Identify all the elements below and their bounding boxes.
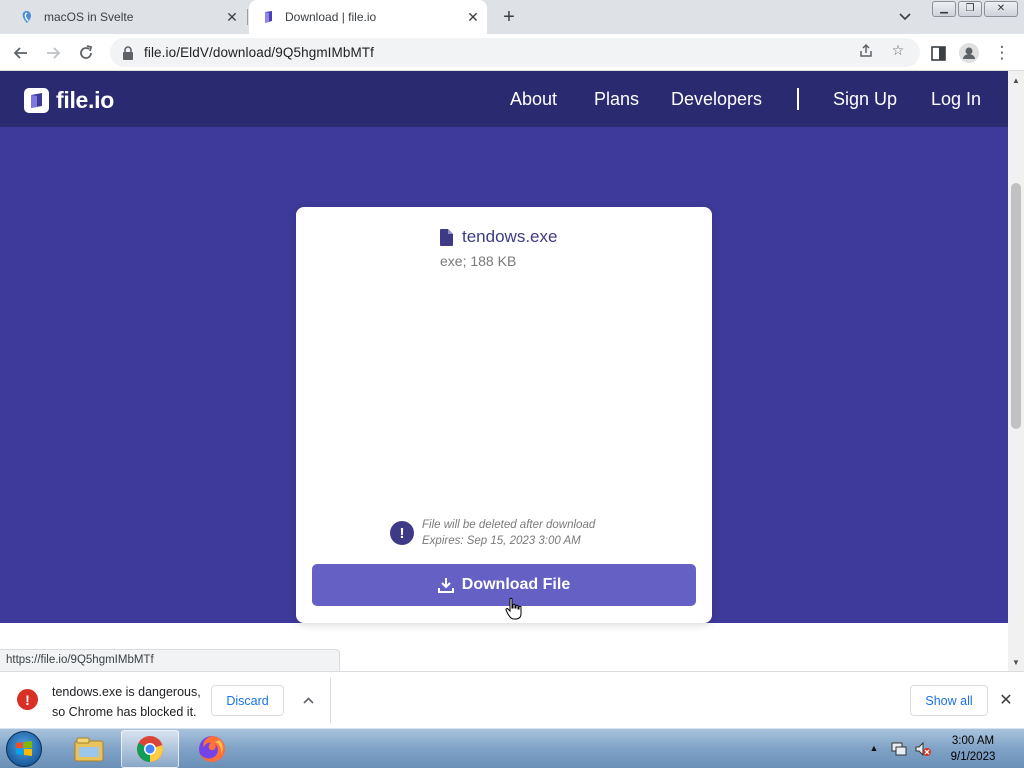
- fileio-favicon-icon: [265, 11, 272, 23]
- page-scrollbar[interactable]: ▲ ▼: [1008, 71, 1024, 671]
- profile-avatar-icon[interactable]: [958, 42, 980, 64]
- blocked-line-2: so Chrome has blocked it.: [52, 705, 197, 719]
- explorer-icon: [74, 737, 104, 762]
- blocked-download-message: tendows.exe is dangerous, so Chrome has …: [52, 682, 201, 722]
- windows-taskbar: ▲ 3:00 AM 9/1/2023: [0, 728, 1024, 768]
- lock-icon: [123, 45, 133, 60]
- file-name: tendows.exe: [462, 227, 558, 246]
- nav-divider: [797, 88, 799, 110]
- scroll-down-arrow-icon[interactable]: ▼: [1008, 655, 1024, 669]
- nav-about-link[interactable]: About: [510, 89, 557, 110]
- logo-text: file.io: [56, 87, 114, 113]
- tab-strip: macOS in Svelte ✕ Download | file.io ✕ +…: [0, 0, 1024, 34]
- exclamation-icon: !: [390, 521, 414, 545]
- minimize-icon[interactable]: ▁: [932, 1, 956, 17]
- close-shelf-icon[interactable]: ✕: [996, 690, 1016, 710]
- network-icon[interactable]: [890, 740, 908, 758]
- back-arrow-icon[interactable]: [10, 42, 32, 64]
- danger-warning-icon: !: [17, 689, 38, 710]
- share-icon[interactable]: [857, 41, 875, 59]
- close-tab-icon[interactable]: ✕: [224, 9, 240, 25]
- clock-time: 3:00 AM: [951, 735, 995, 747]
- side-panel-icon[interactable]: [927, 42, 949, 64]
- scroll-thumb[interactable]: [1011, 183, 1021, 429]
- system-clock[interactable]: 3:00 AM 9/1/2023: [940, 733, 1006, 765]
- discard-button[interactable]: Discard: [211, 685, 284, 716]
- chrome-icon: [137, 736, 163, 762]
- download-card: tendows.exe exe; 188 KB ! File will be d…: [296, 207, 712, 623]
- volume-muted-icon[interactable]: [914, 740, 932, 758]
- svelte-favicon-icon: [22, 11, 31, 23]
- window-controls: ▁ ❐ ✕: [932, 1, 1018, 17]
- nav-developers-link[interactable]: Developers: [671, 89, 762, 110]
- page-viewport: file.io About Plans Developers Sign Up L…: [0, 71, 1008, 671]
- browser-toolbar: file.io/EldV/download/9Q5hgmIMbMTf ☆ ⋮: [0, 34, 1024, 71]
- chevron-up-icon[interactable]: [298, 690, 318, 710]
- fileio-logo-icon: [24, 88, 49, 113]
- start-button[interactable]: [6, 731, 42, 767]
- forward-arrow-icon[interactable]: [42, 42, 64, 64]
- window-close-icon[interactable]: ✕: [984, 1, 1018, 17]
- shelf-divider: [330, 678, 331, 723]
- browser-menu-icon[interactable]: ⋮: [991, 42, 1013, 64]
- tab-download-fileio[interactable]: Download | file.io ✕: [249, 0, 487, 34]
- bookmark-star-icon[interactable]: ☆: [889, 41, 907, 59]
- nav-sign-up-link[interactable]: Sign Up: [833, 89, 897, 110]
- new-tab-plus-icon[interactable]: +: [498, 6, 520, 28]
- fileio-logo[interactable]: file.io: [24, 87, 114, 114]
- expiry-notice: ! File will be deleted after download Ex…: [390, 517, 595, 549]
- file-meta: exe; 188 KB: [440, 253, 517, 269]
- reload-icon[interactable]: [75, 42, 97, 64]
- notice-line-expires: Expires: Sep 15, 2023 3:00 AM: [422, 535, 581, 547]
- firefox-icon: [199, 736, 225, 762]
- close-tab-icon[interactable]: ✕: [465, 9, 481, 25]
- taskbar-explorer[interactable]: [60, 730, 118, 768]
- taskbar-firefox[interactable]: [183, 730, 241, 768]
- windows-logo-icon: [16, 741, 32, 756]
- file-info: tendows.exe: [440, 227, 557, 247]
- nav-log-in-link[interactable]: Log In: [931, 89, 981, 110]
- download-icon: [437, 578, 454, 593]
- tab-title: macOS in Svelte: [44, 10, 134, 24]
- restore-icon[interactable]: ❐: [958, 1, 982, 17]
- tab-search-chevron-icon[interactable]: [896, 8, 914, 26]
- url-text: file.io/EldV/download/9Q5hgmIMbMTf: [144, 45, 375, 60]
- file-icon: [440, 228, 453, 246]
- clock-date: 9/1/2023: [950, 751, 996, 763]
- status-bar-url: https://file.io/9Q5hgmIMbMTf: [0, 649, 340, 671]
- blocked-line-1: tendows.exe is dangerous,: [52, 685, 201, 699]
- show-all-button[interactable]: Show all: [910, 685, 988, 716]
- hand-cursor-icon: [505, 597, 522, 620]
- tab-title: Download | file.io: [285, 10, 377, 24]
- tray-expand-icon[interactable]: ▲: [868, 741, 880, 755]
- nav-plans-link[interactable]: Plans: [594, 89, 639, 110]
- address-bar[interactable]: file.io/EldV/download/9Q5hgmIMbMTf: [110, 38, 920, 67]
- notice-text: File will be deleted after download Expi…: [422, 517, 595, 549]
- notice-line-delete: File will be deleted after download: [422, 519, 596, 531]
- tab-separator: [247, 9, 248, 25]
- tab-macos-in-svelte[interactable]: macOS in Svelte ✕: [8, 0, 246, 34]
- download-shelf: ! tendows.exe is dangerous, so Chrome ha…: [0, 671, 1024, 728]
- scroll-up-arrow-icon[interactable]: ▲: [1008, 73, 1024, 87]
- download-button-label: Download File: [461, 576, 571, 593]
- taskbar-chrome[interactable]: [121, 730, 179, 768]
- site-header: file.io About Plans Developers Sign Up L…: [0, 71, 1008, 127]
